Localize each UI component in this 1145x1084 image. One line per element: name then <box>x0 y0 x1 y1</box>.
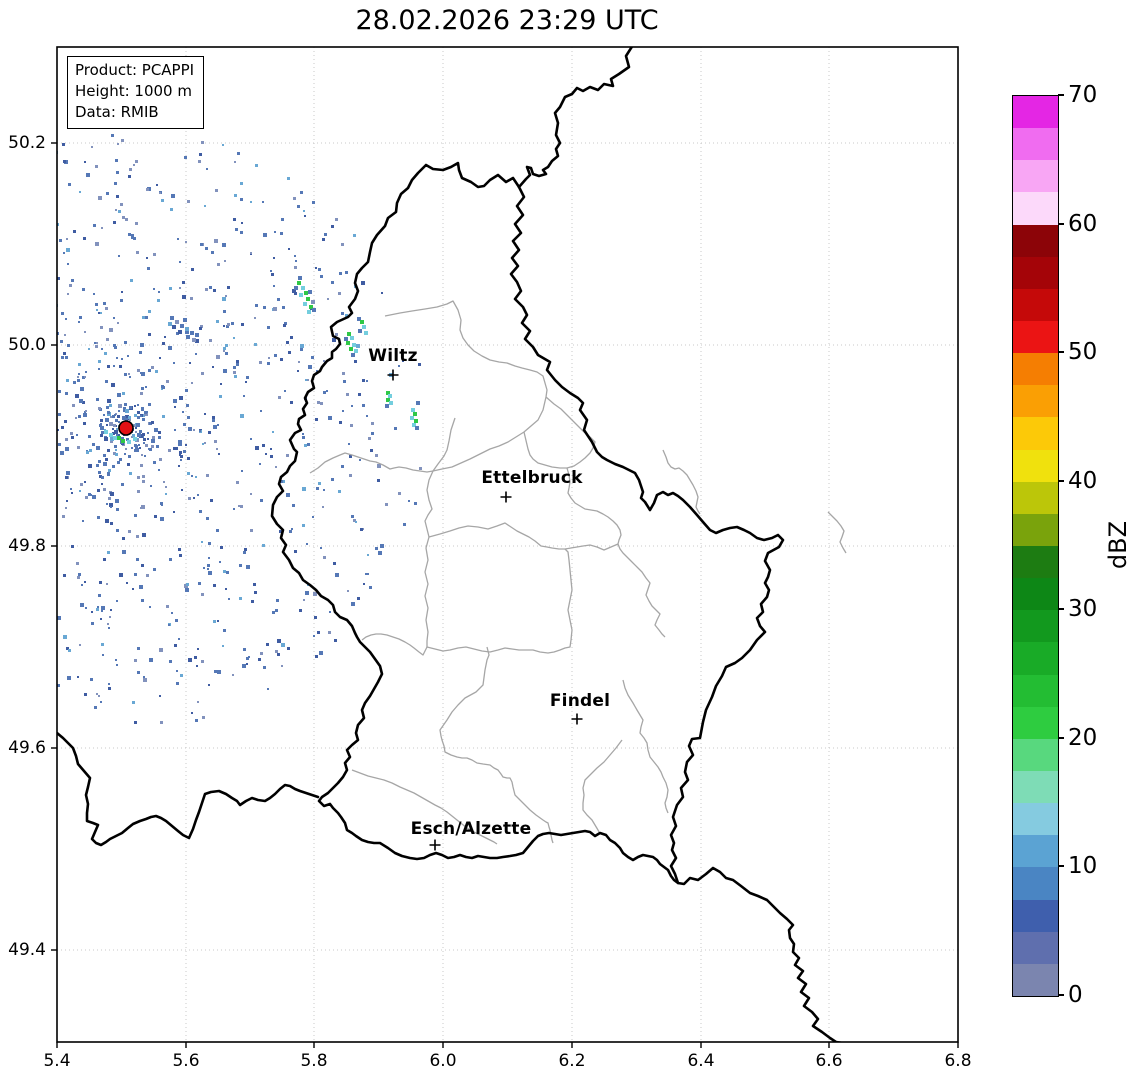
colorbar-segment <box>1013 674 1058 707</box>
colorbar-segment <box>1013 835 1058 868</box>
map-canvas <box>51 46 959 1048</box>
y-tick-label: 49.4 <box>8 940 46 960</box>
x-tick-label: 5.6 <box>172 1051 200 1071</box>
product-info-box: Product: PCAPPI Height: 1000 m Data: RMI… <box>67 56 205 129</box>
city-marker-ettelbruck <box>500 491 512 503</box>
x-tick-label: 5.8 <box>300 1051 328 1071</box>
colorbar-tick <box>1058 994 1064 996</box>
colorbar-segment <box>1013 256 1058 289</box>
city-label-findel: Findel <box>549 691 611 711</box>
colorbar-segment <box>1013 385 1058 418</box>
info-data-source: Data: RMIB <box>75 103 159 121</box>
colorbar-tick <box>1058 737 1064 739</box>
city-marker-esch-alzette <box>429 839 441 851</box>
colorbar-segment <box>1013 867 1058 900</box>
colorbar-segment <box>1013 803 1058 836</box>
colorbar-tick-label: 40 <box>1068 468 1098 494</box>
city-label-ettelbruck: Ettelbruck <box>481 468 583 488</box>
colorbar-segment <box>1013 738 1058 771</box>
colorbar-tick <box>1058 608 1064 610</box>
colorbar-tick-label: 70 <box>1068 82 1098 108</box>
x-tick-label: 6.8 <box>944 1051 972 1071</box>
info-height: Height: 1000 m <box>75 82 192 100</box>
colorbar-tick <box>1058 865 1064 867</box>
colorbar-tick-label: 60 <box>1068 211 1098 237</box>
city-marker-wiltz <box>387 369 399 381</box>
colorbar-segment <box>1013 642 1058 675</box>
colorbar-segment <box>1013 96 1058 129</box>
colorbar-tick <box>1058 94 1064 96</box>
x-tick-label: 6.2 <box>558 1051 586 1071</box>
colorbar-tick <box>1058 351 1064 353</box>
y-tick-label: 50.2 <box>8 133 46 153</box>
colorbar-tick-label: 20 <box>1068 725 1098 751</box>
city-label-esch-alzette: Esch/Alzette <box>410 819 532 839</box>
colorbar-segment <box>1013 160 1058 193</box>
colorbar-segment <box>1013 128 1058 161</box>
colorbar-segment <box>1013 513 1058 546</box>
colorbar-tick <box>1058 480 1064 482</box>
y-tick-label: 49.6 <box>8 738 46 758</box>
colorbar-tick-label: 0 <box>1068 982 1083 1008</box>
y-tick-label: 50.0 <box>8 335 46 355</box>
dbz-colorbar <box>1012 95 1059 997</box>
colorbar-segment <box>1013 288 1058 321</box>
city-label-wiltz: Wiltz <box>368 346 418 366</box>
colorbar-segment <box>1013 578 1058 611</box>
colorbar-segment <box>1013 899 1058 932</box>
colorbar-segment <box>1013 545 1058 579</box>
radar-figure: 28.02.2026 23:29 UTC Product: PCAPPI Hei… <box>0 0 1145 1084</box>
colorbar-segment <box>1013 770 1058 804</box>
x-tick-label: 6.0 <box>429 1051 457 1071</box>
colorbar-unit-label: dBZ <box>1104 520 1132 570</box>
x-tick-label: 5.4 <box>43 1051 71 1071</box>
x-tick-label: 6.6 <box>815 1051 843 1071</box>
colorbar-segment <box>1013 931 1058 964</box>
colorbar-tick-label: 50 <box>1068 339 1098 365</box>
colorbar-tick-label: 30 <box>1068 596 1098 622</box>
colorbar-segment <box>1013 963 1058 996</box>
radar-site-dot <box>118 420 134 436</box>
colorbar-segment <box>1013 481 1058 514</box>
figure-title: 28.02.2026 23:29 UTC <box>355 5 659 36</box>
colorbar-segment <box>1013 449 1058 482</box>
colorbar-segment <box>1013 320 1058 354</box>
colorbar-segment <box>1013 353 1058 386</box>
colorbar-segment <box>1013 224 1058 257</box>
city-marker-findel <box>571 713 583 725</box>
colorbar-tick <box>1058 223 1064 225</box>
y-tick-label: 49.8 <box>8 536 46 556</box>
colorbar-segment <box>1013 417 1058 450</box>
info-product: Product: PCAPPI <box>75 61 195 79</box>
colorbar-segment <box>1013 610 1058 643</box>
colorbar-segment <box>1013 192 1058 225</box>
colorbar-tick-label: 10 <box>1068 853 1098 879</box>
x-tick-label: 6.4 <box>687 1051 715 1071</box>
colorbar-segment <box>1013 706 1058 739</box>
